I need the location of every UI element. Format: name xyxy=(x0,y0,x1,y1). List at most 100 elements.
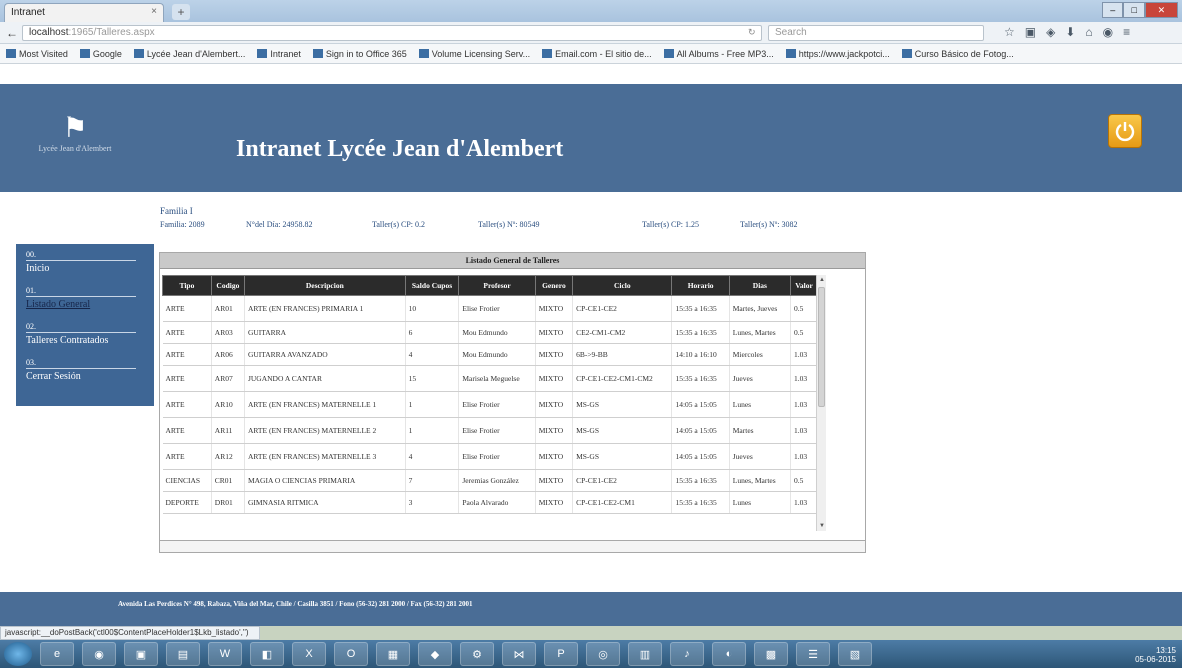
menu-label: Listado General xyxy=(26,299,91,310)
taskbar-app-icon[interactable]: ▩ xyxy=(754,642,788,666)
taskbar-app-icon[interactable]: ▦ xyxy=(376,642,410,666)
taskbar-app-icon[interactable]: ◆ xyxy=(418,642,452,666)
table-cell: 1.03 xyxy=(790,391,818,418)
bookmark-item[interactable]: Volume Licensing Serv... xyxy=(418,48,530,59)
bookmark-item[interactable]: Sign in to Office 365 xyxy=(312,48,407,59)
bookmark-label: https://www.jackpotci... xyxy=(798,48,890,59)
browser-tab-bar: Intranet × + – □ ✕ xyxy=(0,0,1182,22)
table-row[interactable]: ARTE AR07 JUGANDO A CANTAR 15 Marisela Megue… xyxy=(162,365,818,392)
bookmark-item[interactable]: Email.com - El sitio de... xyxy=(542,48,652,59)
bookmark-item[interactable]: All Albums - Free MP3... xyxy=(663,48,774,59)
download-icon[interactable]: ⬇ xyxy=(1065,25,1075,39)
bookmark-icon xyxy=(257,48,268,58)
taskbar-app-icon[interactable]: ◧ xyxy=(250,642,284,666)
sidebar-item-talleres-contratados[interactable]: 02. Talleres Contratados xyxy=(26,322,144,346)
search-input[interactable]: Search xyxy=(768,25,984,41)
page-content: ⚑ Lycée Jean d'Alembert Intranet Lycée J… xyxy=(0,64,1182,626)
table-header-row: Tipo Codigo Descripcion Saldo Cupos Profesor… xyxy=(162,275,818,296)
table-cell: Martes, Jueves xyxy=(729,295,792,322)
menu-number: 03. xyxy=(26,358,136,369)
bookmark-item[interactable]: Google xyxy=(79,48,122,59)
taskbar-app-icon[interactable]: ◐ xyxy=(712,642,746,666)
logo-emblem-icon: ⚑ xyxy=(62,113,88,144)
taskbar-app-icon[interactable]: P xyxy=(544,642,578,666)
table-cell: Jueves xyxy=(729,365,792,392)
back-arrow-icon[interactable]: ← xyxy=(6,26,18,40)
table-cell: MS-GS xyxy=(572,443,673,470)
bookmark-item[interactable]: Lycée Jean d'Alembert... xyxy=(133,48,245,59)
taskbar-app-icon[interactable]: e xyxy=(40,642,74,666)
table-scrollbar[interactable]: ▲ ▼ xyxy=(816,275,826,531)
close-window-button[interactable]: ✕ xyxy=(1144,2,1178,18)
browser-tab[interactable]: Intranet × xyxy=(4,3,164,22)
bookmark-item[interactable]: https://www.jackpotci... xyxy=(785,48,890,59)
table-cell: Miercoles xyxy=(729,343,792,366)
taskbar-app-icon[interactable]: ♪ xyxy=(670,642,704,666)
table-cell: CP-CE1-CE2 xyxy=(572,295,673,322)
tab-title: Intranet xyxy=(11,7,45,18)
menu-number: 00. xyxy=(26,250,136,261)
table-cell: 1.03 xyxy=(790,343,818,366)
taskbar-app-icon[interactable]: ◉ xyxy=(82,642,116,666)
bookmark-item[interactable]: Curso Básico de Fotog... xyxy=(901,48,1014,59)
scroll-thumb[interactable] xyxy=(818,287,825,407)
taskbar-app-icon[interactable]: ▧ xyxy=(838,642,872,666)
table-row[interactable]: CIENCIAS CR01 MAGIA O CIENCIAS PRIMARIA 7 Je… xyxy=(162,469,818,492)
sidebar-item-inicio[interactable]: 00. Inicio xyxy=(26,250,144,274)
table-cell: 14:05 a 15:05 xyxy=(671,391,730,418)
school-logo[interactable]: ⚑ Lycée Jean d'Alembert xyxy=(20,114,130,174)
bookmark-item[interactable]: Most Visited xyxy=(6,48,68,59)
reload-icon[interactable]: ↻ xyxy=(748,27,756,38)
taskbar-app-icon[interactable]: W xyxy=(208,642,242,666)
sidebar-item-cerrar-sesion[interactable]: 03. Cerrar Sesión xyxy=(26,358,144,382)
minimize-button[interactable]: – xyxy=(1102,2,1124,18)
workshops-table-wrapper: Tipo Codigo Descripcion Saldo Cupos Profesor… xyxy=(162,275,818,533)
taskbar-app-icon[interactable]: O xyxy=(334,642,368,666)
table-row[interactable]: DEPORTE DR01 GIMNASIA RITMICA 3 Paola Alvara… xyxy=(162,491,818,514)
scroll-up-icon[interactable]: ▲ xyxy=(817,275,827,285)
power-logout-button[interactable] xyxy=(1108,114,1142,148)
workshops-table: Tipo Codigo Descripcion Saldo Cupos Profesor… xyxy=(162,275,818,514)
new-tab-button[interactable]: + xyxy=(172,4,190,20)
home-icon[interactable]: ⌂ xyxy=(1085,25,1092,39)
family-info-items: Familia: 2089 N°del Día: 24958.82 Taller… xyxy=(160,220,820,229)
menu-number: 01. xyxy=(26,286,136,297)
start-button[interactable] xyxy=(4,642,32,666)
bookmark-star-icon[interactable]: ☆ xyxy=(1004,25,1015,39)
table-cell: Lunes, Martes xyxy=(729,321,792,344)
table-row[interactable]: ARTE AR06 GUITARRA AVANZADO 4 Mou Edmundo MIX… xyxy=(162,343,818,366)
taskbar-app-icon[interactable]: ▣ xyxy=(124,642,158,666)
tab-close-icon[interactable]: × xyxy=(151,6,157,17)
sidebar-item-listado-general[interactable]: 01. Listado General xyxy=(26,286,144,310)
taskbar-app-icon[interactable]: ▥ xyxy=(628,642,662,666)
table-cell: ARTE (EN FRANCES) MATERNELLE 1 xyxy=(244,391,406,418)
maximize-button[interactable]: □ xyxy=(1123,2,1145,18)
taskbar-app-icon[interactable]: ⚙ xyxy=(460,642,494,666)
address-bar[interactable]: localhost:1965/Talleres.aspx xyxy=(22,25,762,41)
sync-icon[interactable]: ◉ xyxy=(1103,25,1113,39)
table-row[interactable]: ARTE AR03 GUITARRA 6 Mou Edmundo MIXTO CE2-CM1… xyxy=(162,321,818,344)
table-cell: ARTE xyxy=(162,321,212,344)
pocket-icon[interactable]: ◈ xyxy=(1046,25,1055,39)
table-cell: ARTE xyxy=(162,443,212,470)
taskbar-app-icon[interactable]: ⋈ xyxy=(502,642,536,666)
menu-icon[interactable]: ≡ xyxy=(1123,25,1130,39)
bookmark-icon xyxy=(542,48,553,58)
taskbar-app-icon[interactable]: ☰ xyxy=(796,642,830,666)
table-row[interactable]: ARTE AR01 ARTE (EN FRANCES) PRIMARIA 1 10 El… xyxy=(162,295,818,322)
taskbar-app-icon[interactable]: X xyxy=(292,642,326,666)
table-row[interactable]: ARTE AR11 ARTE (EN FRANCES) MATERNELLE 21E… xyxy=(162,417,818,444)
table-row[interactable]: ARTE AR10 ARTE (EN FRANCES) MATERNELLE 11E… xyxy=(162,391,818,418)
system-tray-clock[interactable]: 13:15 05-06-2015 xyxy=(1135,646,1176,664)
table-row[interactable]: ARTE AR12 ARTE (EN FRANCES) MATERNELLE 34E… xyxy=(162,443,818,470)
footer-address: Avenida Las Perdices N° 498, Rabaza, Viñ… xyxy=(118,600,473,608)
table-cell: ARTE xyxy=(162,365,212,392)
bookmark-item[interactable]: Intranet xyxy=(257,48,301,59)
taskbar-app-icon[interactable]: ▤ xyxy=(166,642,200,666)
table-cell: Martes xyxy=(729,417,792,444)
reading-list-icon[interactable]: ▣ xyxy=(1025,25,1036,39)
scroll-down-icon[interactable]: ▼ xyxy=(817,521,827,531)
bookmark-icon xyxy=(312,48,323,58)
taskbar-app-icon[interactable]: ◎ xyxy=(586,642,620,666)
table-cell: 15:35 a 16:35 xyxy=(671,321,730,344)
